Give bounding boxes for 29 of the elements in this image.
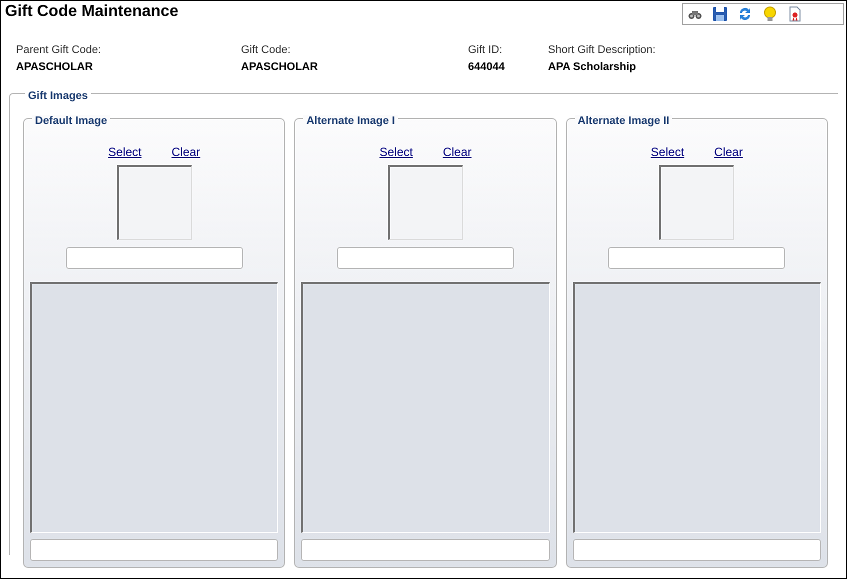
panel-title: Default Image xyxy=(32,115,110,127)
field-label: Gift Code: xyxy=(241,44,292,56)
panel-title: Alternate Image II xyxy=(574,115,672,127)
panel-title: Alternate Image I xyxy=(303,115,398,127)
input-field[interactable] xyxy=(336,247,514,269)
field-label: Gift ID: xyxy=(468,44,504,56)
group-title: Gift Images xyxy=(25,90,91,102)
field-label: Short Gift Description: xyxy=(548,44,657,56)
select-link[interactable]: Select xyxy=(379,145,413,159)
field-value: 644044 xyxy=(468,61,506,73)
field-value: APA Scholarship xyxy=(548,61,638,73)
input-field[interactable] xyxy=(30,539,278,561)
input-field[interactable] xyxy=(608,247,786,269)
window-title: Gift Code Maintenance xyxy=(5,3,178,21)
input-field[interactable] xyxy=(66,247,243,269)
lightbulb-icon[interactable] xyxy=(761,6,779,22)
input-field[interactable] xyxy=(572,539,821,561)
clear-link[interactable]: Clear xyxy=(172,145,200,159)
text-area[interactable] xyxy=(572,282,821,533)
select-link[interactable]: Select xyxy=(650,145,684,159)
text-area[interactable] xyxy=(30,282,278,533)
field-label: Parent Gift Code: xyxy=(16,44,102,56)
input-field[interactable] xyxy=(301,539,550,561)
field-value: APASCHOLAR xyxy=(16,61,94,73)
field-value: APASCHOLAR xyxy=(241,61,319,73)
select-link[interactable]: Select xyxy=(108,145,142,159)
clear-link[interactable]: Clear xyxy=(714,145,743,159)
clear-link[interactable]: Clear xyxy=(442,145,472,159)
text-area[interactable] xyxy=(301,282,550,533)
